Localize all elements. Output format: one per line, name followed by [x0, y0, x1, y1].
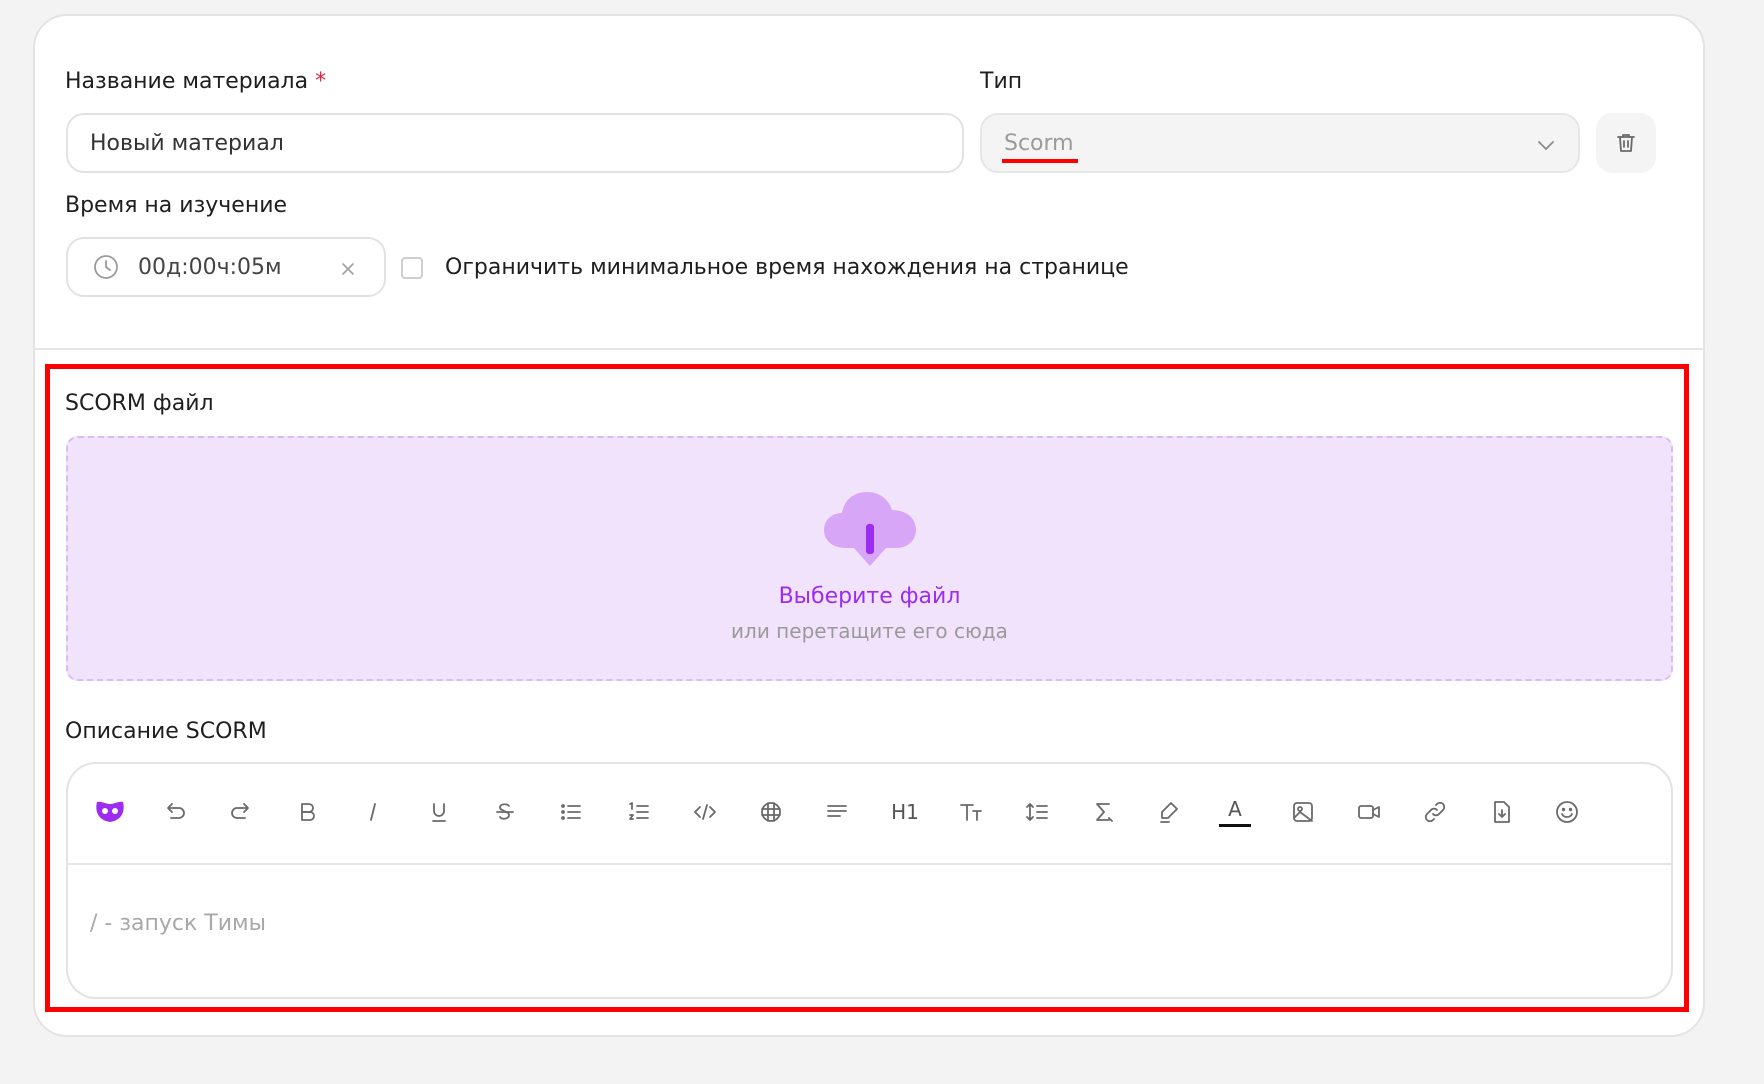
limit-time-checkbox[interactable]: [401, 257, 423, 279]
bullet-list-icon[interactable]: [549, 790, 593, 834]
underline-icon[interactable]: [417, 790, 461, 834]
clear-time-icon[interactable]: [340, 261, 356, 277]
time-label: Время на изучение: [65, 193, 288, 218]
video-icon[interactable]: [1347, 790, 1391, 834]
highlight-icon[interactable]: [1147, 790, 1191, 834]
type-label: Тип: [980, 69, 1023, 94]
chevron-down-icon: [1538, 141, 1554, 151]
font-size-icon[interactable]: [949, 790, 993, 834]
required-mark: *: [315, 69, 327, 94]
italic-icon[interactable]: [351, 790, 395, 834]
bold-icon[interactable]: [285, 790, 329, 834]
text-color-icon[interactable]: A: [1213, 790, 1257, 834]
delete-button[interactable]: [1596, 113, 1656, 173]
text-color-letter: A: [1228, 796, 1242, 821]
scorm-file-label: SCORM файл: [65, 391, 214, 416]
line-height-icon[interactable]: [1015, 790, 1059, 834]
clock-icon: [94, 255, 118, 279]
drag-hint-text: или перетащите его сюда: [731, 619, 1008, 643]
time-value: 00д:00ч:05м: [138, 254, 282, 280]
align-icon[interactable]: [815, 790, 859, 834]
image-icon[interactable]: [1281, 790, 1325, 834]
material-name-label-text: Название материала: [65, 69, 309, 94]
clear-format-icon[interactable]: [1081, 790, 1125, 834]
type-select-value: Scorm: [1002, 130, 1078, 163]
material-name-value: Новый материал: [90, 130, 284, 156]
link-icon[interactable]: [1413, 790, 1457, 834]
strikethrough-icon[interactable]: [483, 790, 527, 834]
material-name-input[interactable]: Новый материал: [66, 113, 964, 173]
numbered-list-icon[interactable]: [617, 790, 661, 834]
trash-icon: [1617, 134, 1635, 152]
file-dropzone[interactable]: Выберите файл или перетащите его сюда: [66, 436, 1673, 681]
type-select-value-text: Scorm: [1004, 130, 1074, 156]
redo-icon[interactable]: [219, 790, 263, 834]
text-color-swatch: [1219, 823, 1251, 827]
type-select[interactable]: Scorm: [980, 113, 1580, 173]
heading-icon[interactable]: H1: [883, 790, 927, 834]
limit-time-checkbox-label[interactable]: Ограничить минимальное время нахождения …: [445, 255, 1129, 280]
scorm-description-label: Описание SCORM: [65, 719, 267, 744]
code-icon[interactable]: [683, 790, 727, 834]
editor-toolbar: H1 A: [68, 764, 1671, 865]
editor-content-area[interactable]: / - запуск Тимы: [90, 911, 266, 936]
time-input[interactable]: 00д:00ч:05м: [66, 237, 386, 297]
rich-text-editor: H1 A / - запуск Тимы: [66, 762, 1673, 999]
section-divider: [33, 348, 1705, 350]
red-underline-annotation: [1002, 158, 1078, 163]
file-icon[interactable]: [1479, 790, 1523, 834]
tima-logo-icon[interactable]: [88, 790, 132, 834]
emoji-icon[interactable]: [1545, 790, 1589, 834]
table-icon[interactable]: [749, 790, 793, 834]
undo-icon[interactable]: [153, 790, 197, 834]
choose-file-link[interactable]: Выберите файл: [779, 584, 961, 609]
material-name-label: Название материала *: [65, 69, 326, 94]
cloud-upload-icon: [823, 492, 916, 566]
